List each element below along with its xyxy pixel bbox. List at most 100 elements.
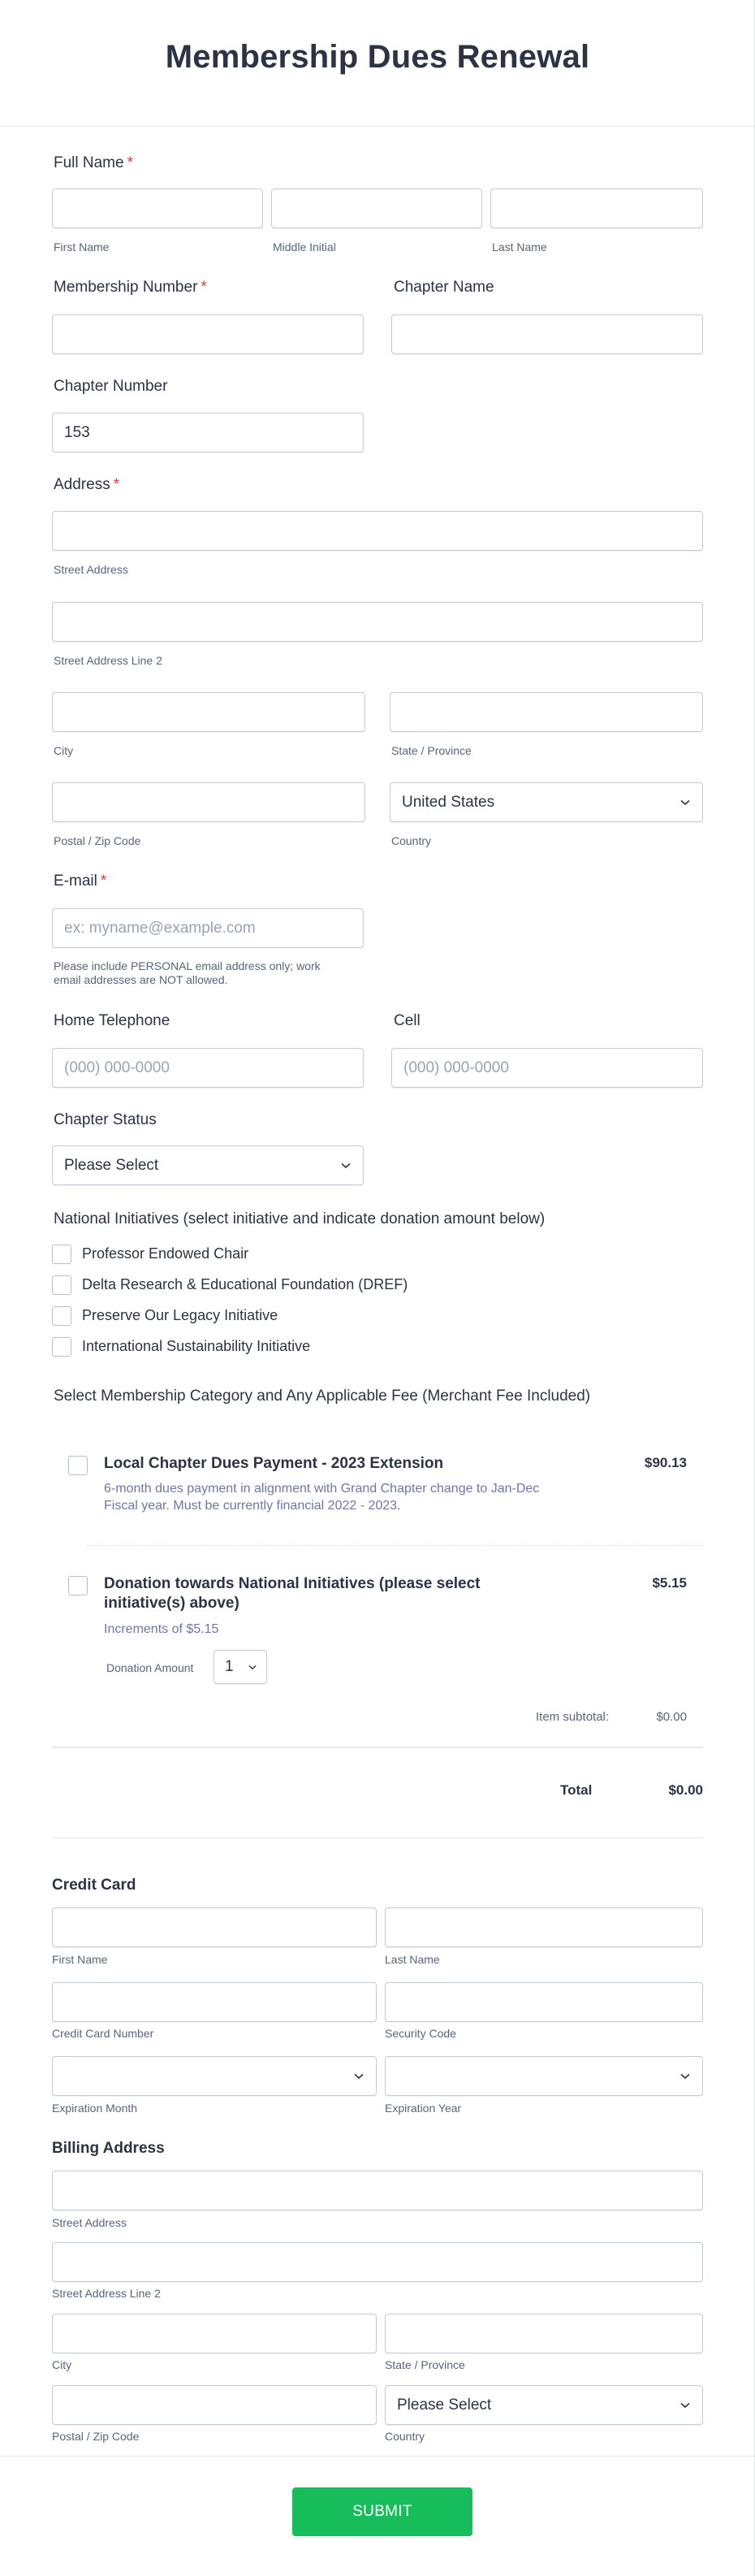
product-description: 6-month dues payment in alignment with G… xyxy=(104,1480,539,1514)
country-value: United States xyxy=(402,793,495,811)
last-name-input[interactable] xyxy=(490,188,703,228)
email-label-text: E-mail xyxy=(54,872,97,890)
zip-sublabel: Postal / Zip Code xyxy=(54,834,141,847)
cell-input[interactable]: (000) 000-0000 xyxy=(391,1048,703,1088)
street-address-input[interactable] xyxy=(52,511,703,551)
subtotal-divider xyxy=(52,1747,703,1748)
header-divider xyxy=(0,126,755,127)
chapter-name-input[interactable] xyxy=(391,314,703,354)
product-checkbox-donation[interactable] xyxy=(68,1576,88,1595)
product-checkbox-local-dues[interactable] xyxy=(68,1456,88,1475)
membership-number-label-text: Membership Number xyxy=(54,279,198,296)
country-sublabel: Country xyxy=(391,834,432,847)
product-divider xyxy=(87,1545,703,1546)
chapter-number-label: Chapter Number xyxy=(54,378,168,395)
home-telephone-input[interactable]: (000) 000-0000 xyxy=(52,1048,364,1088)
initiative-checkbox-professor-endowed-chair[interactable] xyxy=(52,1245,71,1264)
email-help-line1: Please include PERSONAL email address on… xyxy=(54,959,321,972)
home-telephone-placeholder: (000) 000-0000 xyxy=(64,1059,170,1076)
initiative-checkbox-sustainability[interactable] xyxy=(52,1337,71,1357)
billing-city-input[interactable] xyxy=(52,2314,377,2353)
billing-zip-input[interactable] xyxy=(52,2385,377,2425)
billing-zip-sublabel: Postal / Zip Code xyxy=(52,2430,140,2443)
product-title-line1: Donation towards National Initiatives (p… xyxy=(104,1575,481,1592)
item-subtotal-label: Item subtotal: xyxy=(536,1710,610,1724)
required-mark: * xyxy=(127,154,133,171)
cc-security-code-sublabel: Security Code xyxy=(385,2027,456,2040)
initiative-label: International Sustainability Initiative xyxy=(82,1338,311,1354)
product-description-line2: Fiscal year. Must be currently financial… xyxy=(104,1499,401,1513)
cc-exp-month-sublabel: Expiration Month xyxy=(52,2102,138,2115)
product-price: $5.15 xyxy=(652,1575,687,1591)
billing-street-input[interactable] xyxy=(52,2171,703,2210)
cc-security-code-input[interactable] xyxy=(385,1982,703,2022)
donation-amount-select[interactable]: 1 xyxy=(214,1650,267,1684)
middle-initial-input[interactable] xyxy=(271,188,482,228)
chapter-number-value: 153 xyxy=(64,423,90,441)
cc-exp-month-select[interactable] xyxy=(52,2056,377,2096)
chapter-status-select[interactable]: Please Select xyxy=(52,1145,364,1185)
chapter-number-input[interactable]: 153 xyxy=(52,413,364,452)
street-address-line2-input[interactable] xyxy=(52,602,703,642)
middle-initial-sublabel: Middle Initial xyxy=(273,240,336,253)
street-address-sublabel: Street Address xyxy=(54,563,128,576)
home-telephone-label: Home Telephone xyxy=(54,1012,170,1029)
chevron-down-icon xyxy=(353,2071,365,2082)
total-label: Total xyxy=(560,1782,593,1798)
billing-street-sublabel: Street Address xyxy=(52,2216,127,2229)
credit-card-heading: Credit Card xyxy=(52,1877,136,1894)
product-title-line2: initiative(s) above) xyxy=(104,1595,239,1612)
cc-number-sublabel: Credit Card Number xyxy=(52,2027,154,2040)
cell-placeholder: (000) 000-0000 xyxy=(403,1059,509,1076)
initiative-checkbox-dref[interactable] xyxy=(52,1275,71,1295)
product-title: Local Chapter Dues Payment - 2023 Extens… xyxy=(104,1455,444,1472)
email-input[interactable]: ex: myname@example.com xyxy=(52,908,364,948)
chevron-down-icon xyxy=(680,797,691,808)
billing-country-value: Please Select xyxy=(397,2396,492,2414)
cc-last-name-input[interactable] xyxy=(385,1907,703,1947)
email-placeholder: ex: myname@example.com xyxy=(64,919,256,937)
cc-first-name-input[interactable] xyxy=(52,1907,377,1947)
first-name-input[interactable] xyxy=(52,188,263,228)
donation-amount-value: 1 xyxy=(225,1658,234,1675)
full-name-label: Full Name * xyxy=(54,154,133,172)
initiative-label: Delta Research & Educational Foundation … xyxy=(82,1276,408,1292)
initiative-checkbox-preserve-legacy[interactable] xyxy=(52,1306,71,1326)
footer-divider xyxy=(0,2456,755,2457)
billing-state-input[interactable] xyxy=(385,2314,703,2353)
form-title: Membership Dues Renewal xyxy=(165,39,590,75)
chevron-down-icon xyxy=(680,2400,691,2411)
membership-category-label: Select Membership Category and Any Appli… xyxy=(54,1388,591,1405)
email-label: E-mail * xyxy=(54,872,106,890)
chapter-status-label: Chapter Status xyxy=(54,1111,157,1128)
full-name-label-text: Full Name xyxy=(54,154,124,171)
chevron-down-icon xyxy=(680,2071,691,2082)
required-mark: * xyxy=(100,872,107,890)
initiative-label: Professor Endowed Chair xyxy=(82,1245,249,1262)
address-label-text: Address xyxy=(54,476,110,493)
state-sublabel: State / Province xyxy=(391,744,472,757)
billing-country-sublabel: Country xyxy=(385,2430,425,2443)
state-input[interactable] xyxy=(390,692,703,732)
submit-button[interactable]: SUBMIT xyxy=(292,2487,472,2536)
product-description: Increments of $5.15 xyxy=(104,1622,219,1636)
city-input[interactable] xyxy=(52,692,365,732)
email-help-line2: email addresses are NOT allowed. xyxy=(54,973,228,986)
country-select[interactable]: United States xyxy=(390,782,703,822)
cc-exp-year-select[interactable] xyxy=(385,2056,703,2096)
donation-amount-label: Donation Amount xyxy=(106,1661,194,1674)
billing-city-sublabel: City xyxy=(52,2358,72,2371)
chevron-down-icon xyxy=(340,1160,352,1171)
cell-label: Cell xyxy=(394,1012,421,1029)
membership-number-input[interactable] xyxy=(52,314,364,354)
billing-country-select[interactable]: Please Select xyxy=(385,2385,703,2425)
zip-input[interactable] xyxy=(52,782,365,822)
billing-street2-sublabel: Street Address Line 2 xyxy=(52,2287,161,2300)
product-title: Donation towards National Initiatives (p… xyxy=(104,1574,481,1613)
billing-address-heading: Billing Address xyxy=(52,2140,165,2157)
cc-number-input[interactable] xyxy=(52,1982,377,2022)
required-mark: * xyxy=(113,476,120,493)
chapter-name-label: Chapter Name xyxy=(394,279,494,296)
billing-street2-input[interactable] xyxy=(52,2242,703,2282)
membership-number-label: Membership Number * xyxy=(54,279,207,297)
